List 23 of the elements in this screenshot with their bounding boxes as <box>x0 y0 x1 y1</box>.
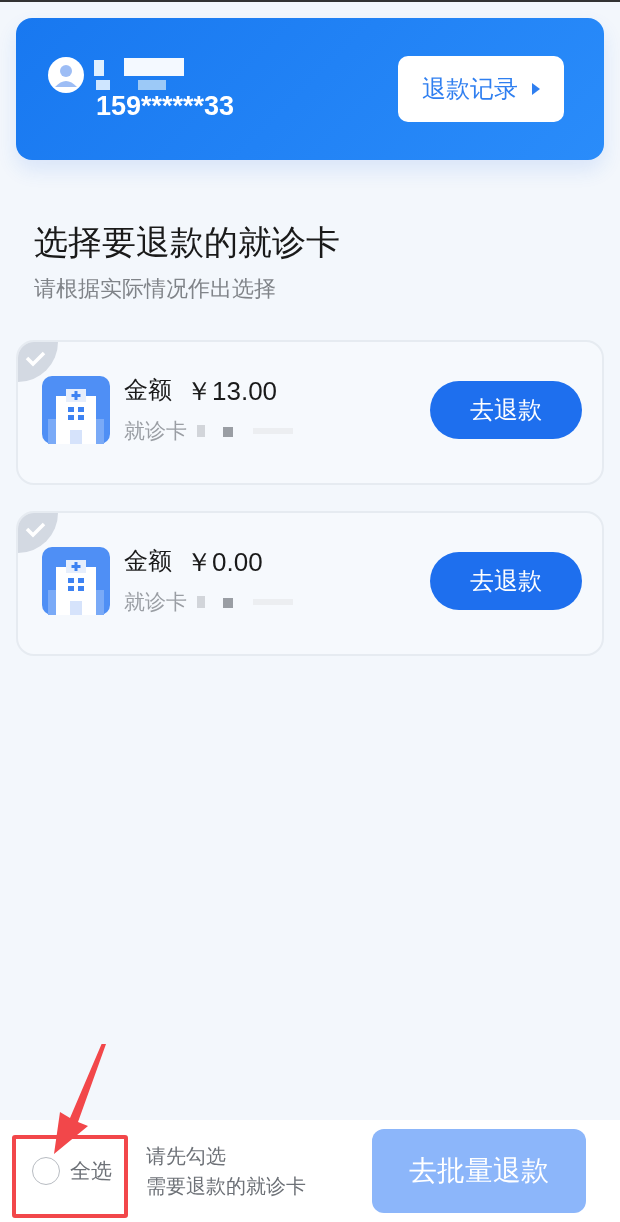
amount-label: 金额 <box>124 375 172 406</box>
refund-button[interactable]: 去退款 <box>430 380 582 439</box>
hint-text: 请先勾选 <box>146 1143 227 1170</box>
check-icon[interactable] <box>18 513 58 553</box>
caret-icon <box>532 83 540 95</box>
visit-card[interactable]: 金额 ￥0.00 就诊卡 去退款 <box>16 511 604 656</box>
amount-label: 金额 <box>124 546 172 577</box>
visit-card[interactable]: 金额 ￥13.00 就诊卡 去退款 <box>16 340 604 485</box>
hospital-icon <box>42 546 110 615</box>
select-all-label[interactable]: 全选 <box>70 1157 112 1185</box>
hospital-icon <box>42 375 110 444</box>
refund-button[interactable]: 去退款 <box>430 551 582 610</box>
card-label: 就诊卡 <box>124 418 187 445</box>
card-label: 就诊卡 <box>124 589 187 616</box>
page-title: 选择要退款的就诊卡 <box>34 221 341 264</box>
hint-text: 需要退款的就诊卡 <box>146 1173 307 1200</box>
avatar-icon <box>48 56 84 93</box>
amount-value: ￥0.00 <box>186 546 263 579</box>
amount-value: ￥13.00 <box>186 375 278 408</box>
check-icon[interactable] <box>18 342 58 382</box>
phone-number: 159******33 <box>96 90 235 122</box>
refund-records-button[interactable]: 退款记录 <box>398 56 564 122</box>
page-subtitle: 请根据实际情况作出选择 <box>34 275 277 303</box>
